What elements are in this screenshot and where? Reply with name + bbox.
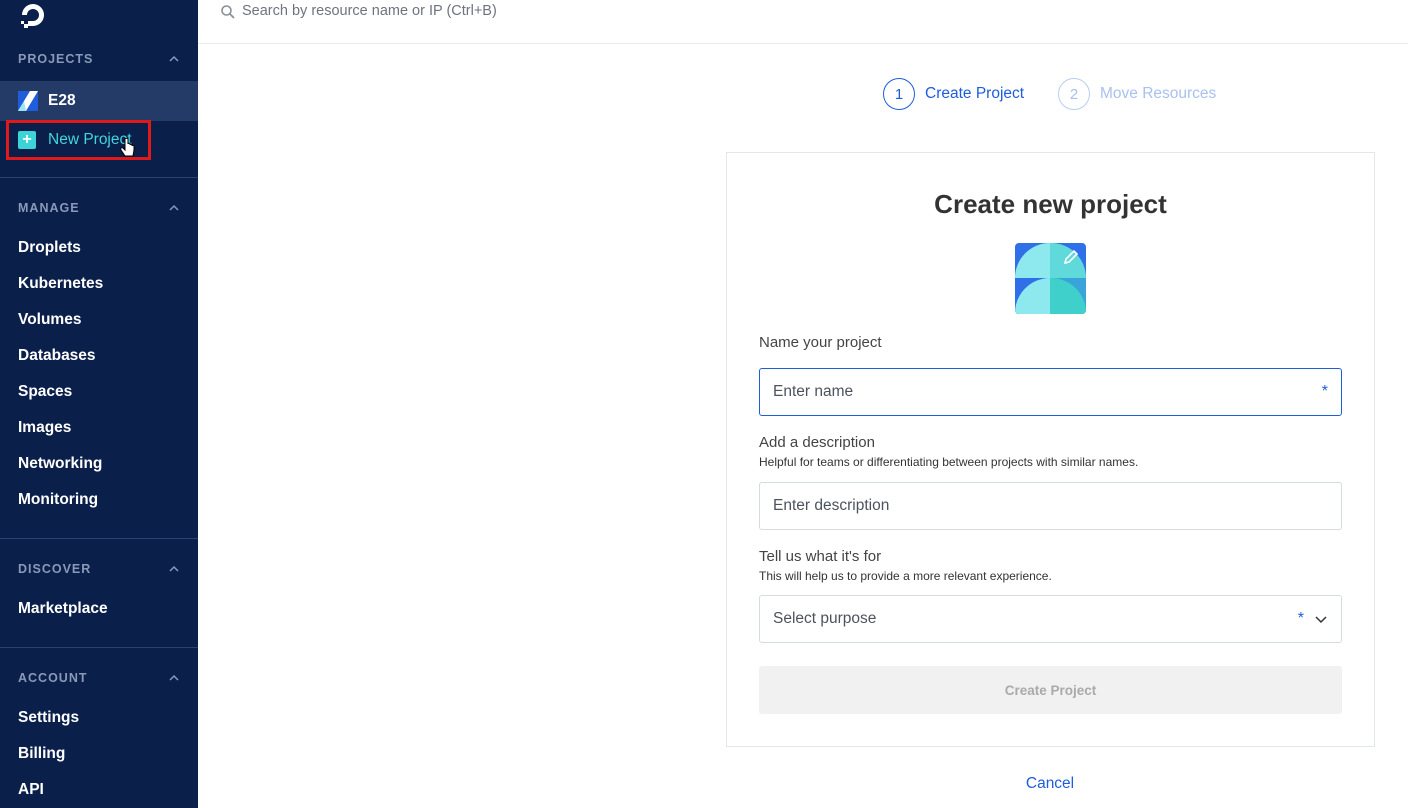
sidebar-item-marketplace[interactable]: Marketplace xyxy=(18,600,108,618)
create-project-button[interactable]: Create Project xyxy=(759,666,1342,714)
sidebar-project-label: E28 xyxy=(48,92,76,109)
purpose-select-value: Select purpose xyxy=(773,610,877,627)
chevron-up-icon[interactable] xyxy=(168,563,180,575)
sidebar-item-spaces[interactable]: Spaces xyxy=(18,383,72,401)
sidebar-item-settings[interactable]: Settings xyxy=(18,709,79,727)
chevron-up-icon[interactable] xyxy=(168,202,180,214)
description-field[interactable] xyxy=(759,482,1342,530)
search-icon xyxy=(221,5,235,19)
projects-section-title: PROJECTS xyxy=(18,52,94,66)
step-label: Move Resources xyxy=(1100,85,1217,102)
description-hint: Helpful for teams or differentiating bet… xyxy=(759,455,1139,469)
sidebar-divider xyxy=(0,177,198,178)
top-search-bar xyxy=(198,0,1408,44)
chevron-up-icon[interactable] xyxy=(168,53,180,65)
account-section-header[interactable]: ACCOUNT xyxy=(18,670,180,686)
search-input[interactable] xyxy=(242,0,842,22)
sidebar-item-images[interactable]: Images xyxy=(18,419,71,437)
sidebar: PROJECTS E28 + New Project MANAGE Drople… xyxy=(0,0,198,808)
project-avatar[interactable] xyxy=(1015,243,1086,314)
pencil-edit-icon[interactable] xyxy=(1063,249,1079,265)
create-project-card: Create new project Name your project * A… xyxy=(726,152,1375,747)
cancel-link[interactable]: Cancel xyxy=(1000,775,1100,793)
sidebar-divider xyxy=(0,538,198,539)
account-section-title: ACCOUNT xyxy=(18,671,88,685)
name-input[interactable] xyxy=(773,383,1322,401)
step-create-project: 1 Create Project xyxy=(883,78,1024,110)
sidebar-item-droplets[interactable]: Droplets xyxy=(18,239,81,257)
sidebar-item-monitoring[interactable]: Monitoring xyxy=(18,491,98,509)
purpose-hint: This will help us to provide a more rele… xyxy=(759,569,1052,583)
name-field[interactable]: * xyxy=(759,368,1342,416)
chevron-up-icon[interactable] xyxy=(168,672,180,684)
sidebar-item-databases[interactable]: Databases xyxy=(18,347,96,365)
digitalocean-logo-icon[interactable] xyxy=(18,0,48,30)
required-mark: * xyxy=(1297,610,1304,627)
sidebar-item-billing[interactable]: Billing xyxy=(18,745,65,763)
discover-section-header[interactable]: DISCOVER xyxy=(18,561,180,577)
description-input[interactable] xyxy=(773,497,1328,515)
sidebar-item-kubernetes[interactable]: Kubernetes xyxy=(18,275,103,293)
sidebar-divider xyxy=(0,647,198,648)
step-number: 1 xyxy=(883,78,915,110)
hand-cursor-icon xyxy=(120,138,135,157)
page-title: Create new project xyxy=(934,189,1167,219)
required-mark: * xyxy=(1321,383,1328,400)
sidebar-project-e28[interactable]: E28 xyxy=(0,81,198,121)
sidebar-item-api[interactable]: API xyxy=(18,781,44,799)
chevron-down-icon[interactable] xyxy=(1314,612,1328,626)
sidebar-item-volumes[interactable]: Volumes xyxy=(18,311,81,329)
purpose-select[interactable]: Select purpose * xyxy=(759,595,1342,643)
step-move-resources: 2 Move Resources xyxy=(1058,78,1216,110)
discover-section-title: DISCOVER xyxy=(18,562,92,576)
project-icon xyxy=(18,91,38,111)
step-label: Create Project xyxy=(925,85,1025,102)
manage-section-header[interactable]: MANAGE xyxy=(18,200,180,216)
name-field-label: Name your project xyxy=(759,334,882,351)
purpose-field-label: Tell us what it's for xyxy=(759,548,882,565)
description-field-label: Add a description xyxy=(759,434,875,451)
manage-section-title: MANAGE xyxy=(18,201,80,215)
step-number: 2 xyxy=(1058,78,1090,110)
sidebar-item-networking[interactable]: Networking xyxy=(18,455,102,473)
plus-icon: + xyxy=(18,131,36,149)
projects-section-header[interactable]: PROJECTS xyxy=(18,51,180,67)
